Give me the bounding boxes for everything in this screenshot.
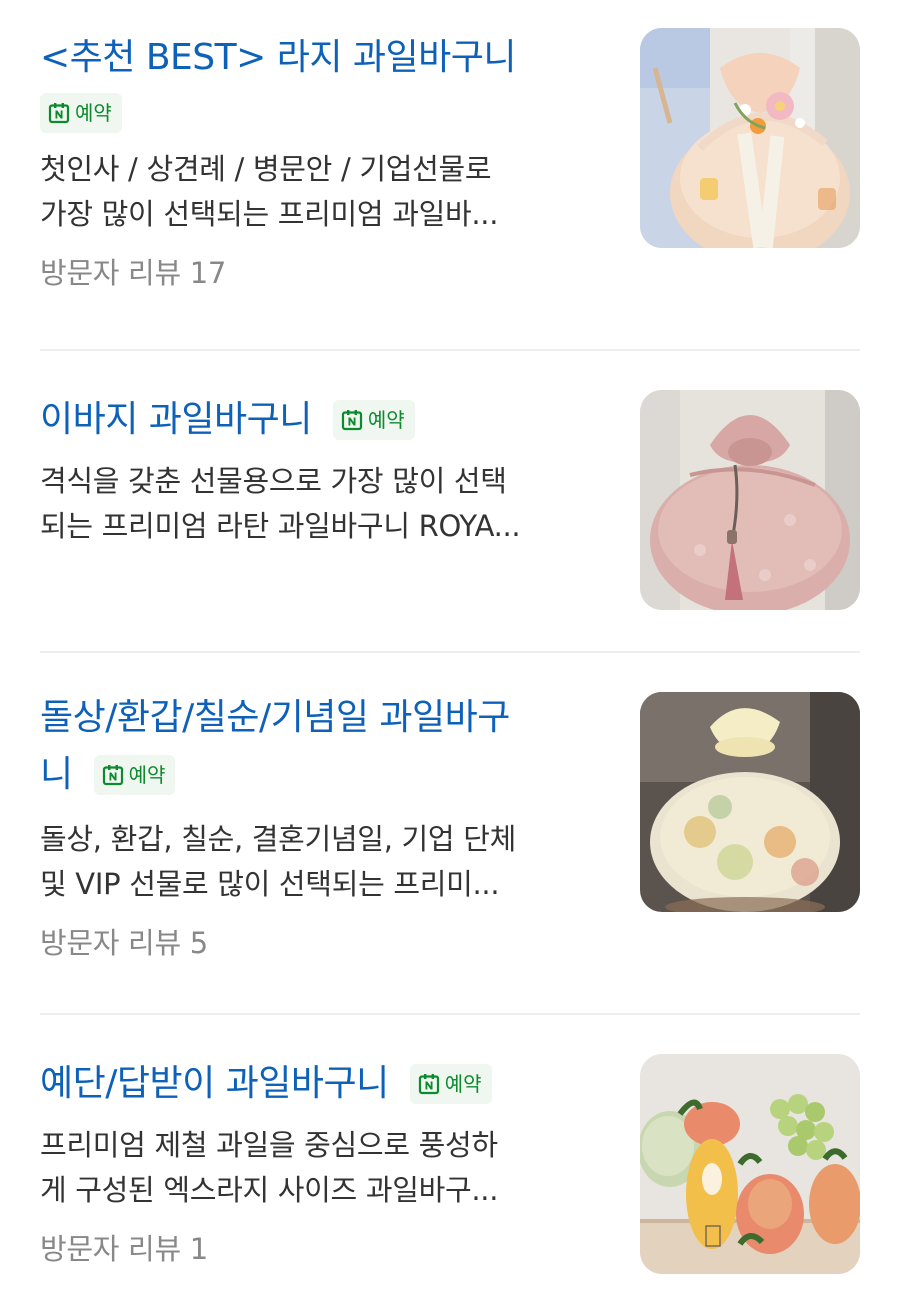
item-title[interactable]: 이바지 과일바구니 bbox=[40, 399, 312, 440]
desc-line: 및 VIP 선물로 많이 선택되는 프리미... bbox=[40, 867, 500, 901]
fruit-box-image bbox=[640, 1054, 860, 1274]
item-description: 격식을 갖춘 선물용으로 가장 많이 선택 되는 프리미엄 라탄 과일바구니 R… bbox=[40, 459, 610, 549]
item-title-link[interactable]: 이바지 과일바구니 예약 bbox=[40, 390, 610, 449]
list-item[interactable]: 이바지 과일바구니 예약 격식을 갖춘 선물용으로 가장 많이 선택 되는 프리… bbox=[40, 390, 860, 615]
visitor-review-count[interactable]: 방문자 리뷰 5 bbox=[40, 921, 610, 965]
item-title-link[interactable]: 돌상/환갑/칠순/기념일 과일바구 니 예약 bbox=[40, 690, 610, 803]
item-text: 예단/답받이 과일바구니 예약 프리미엄 제철 과일을 중심으로 풍성하 게 구… bbox=[40, 1054, 610, 1271]
fruit-basket-image bbox=[640, 28, 860, 248]
reservation-badge[interactable]: 예약 bbox=[40, 93, 122, 133]
naver-calendar-icon bbox=[102, 765, 123, 786]
desc-line: 가장 많이 선택되는 프리미엄 과일바... bbox=[40, 197, 499, 231]
item-title-line[interactable]: 니 bbox=[40, 754, 73, 795]
list-item[interactable]: <추천 BEST> 라지 과일바구니 예약 첫인사 / 상견례 / 병문안 / … bbox=[40, 28, 860, 318]
item-title-line[interactable]: 돌상/환갑/칠순/기념일 과일바구 bbox=[40, 690, 610, 746]
fruit-basket-image bbox=[640, 390, 860, 610]
divider bbox=[40, 1013, 860, 1015]
desc-line: 돌상, 환갑, 칠순, 결혼기념일, 기업 단체 bbox=[40, 822, 516, 856]
item-title[interactable]: <추천 BEST> 라지 과일바구니 bbox=[40, 37, 517, 78]
visitor-review-count[interactable]: 방문자 리뷰 1 bbox=[40, 1227, 610, 1271]
divider bbox=[40, 349, 860, 351]
list-item[interactable]: 돌상/환갑/칠순/기념일 과일바구 니 예약 돌상, 환갑, 칠순, 결혼기념일… bbox=[40, 690, 860, 980]
item-description: 첫인사 / 상견례 / 병문안 / 기업선물로 가장 많이 선택되는 프리미엄 … bbox=[40, 147, 610, 237]
item-thumbnail[interactable] bbox=[640, 1054, 860, 1274]
item-thumbnail[interactable] bbox=[640, 692, 860, 912]
badge-label: 예약 bbox=[444, 1072, 482, 1096]
desc-line: 되는 프리미엄 라탄 과일바구니 ROYA... bbox=[40, 509, 521, 543]
fruit-basket-image bbox=[640, 692, 860, 912]
divider bbox=[40, 651, 860, 653]
item-description: 프리미엄 제철 과일을 중심으로 풍성하 게 구성된 엑스라지 사이즈 과일바구… bbox=[40, 1123, 610, 1213]
reservation-badge[interactable]: 예약 bbox=[409, 1064, 492, 1104]
list-item[interactable]: 예단/답받이 과일바구니 예약 프리미엄 제철 과일을 중심으로 풍성하 게 구… bbox=[40, 1054, 860, 1294]
naver-calendar-icon bbox=[48, 103, 70, 124]
reservation-badge[interactable]: 예약 bbox=[332, 400, 415, 440]
item-text: 이바지 과일바구니 예약 격식을 갖춘 선물용으로 가장 많이 선택 되는 프리… bbox=[40, 390, 610, 549]
badge-label: 예약 bbox=[128, 763, 166, 787]
badge-label: 예약 bbox=[75, 101, 112, 125]
visitor-review-count[interactable]: 방문자 리뷰 17 bbox=[40, 251, 610, 295]
item-title-link[interactable]: <추천 BEST> 라지 과일바구니 bbox=[40, 28, 610, 87]
desc-line: 프리미엄 제철 과일을 중심으로 풍성하 bbox=[40, 1128, 498, 1162]
item-thumbnail[interactable] bbox=[640, 390, 860, 610]
desc-line: 첫인사 / 상견례 / 병문안 / 기업선물로 bbox=[40, 152, 492, 186]
item-title-link[interactable]: 예단/답받이 과일바구니 예약 bbox=[40, 1054, 610, 1113]
item-title[interactable]: 예단/답받이 과일바구니 bbox=[40, 1063, 389, 1104]
badge-label: 예약 bbox=[367, 408, 405, 432]
item-thumbnail[interactable] bbox=[640, 28, 860, 248]
item-text: 돌상/환갑/칠순/기념일 과일바구 니 예약 돌상, 환갑, 칠순, 결혼기념일… bbox=[40, 690, 610, 965]
reservation-badge[interactable]: 예약 bbox=[93, 755, 176, 795]
desc-line: 격식을 갖춘 선물용으로 가장 많이 선택 bbox=[40, 464, 507, 498]
desc-line: 게 구성된 엑스라지 사이즈 과일바구... bbox=[40, 1173, 499, 1207]
result-list: <추천 BEST> 라지 과일바구니 예약 첫인사 / 상견례 / 병문안 / … bbox=[0, 0, 900, 1307]
naver-calendar-icon bbox=[418, 1074, 439, 1095]
item-description: 돌상, 환갑, 칠순, 결혼기념일, 기업 단체 및 VIP 선물로 많이 선택… bbox=[40, 817, 610, 907]
item-text: <추천 BEST> 라지 과일바구니 예약 첫인사 / 상견례 / 병문안 / … bbox=[40, 28, 610, 295]
naver-calendar-icon bbox=[341, 410, 362, 431]
